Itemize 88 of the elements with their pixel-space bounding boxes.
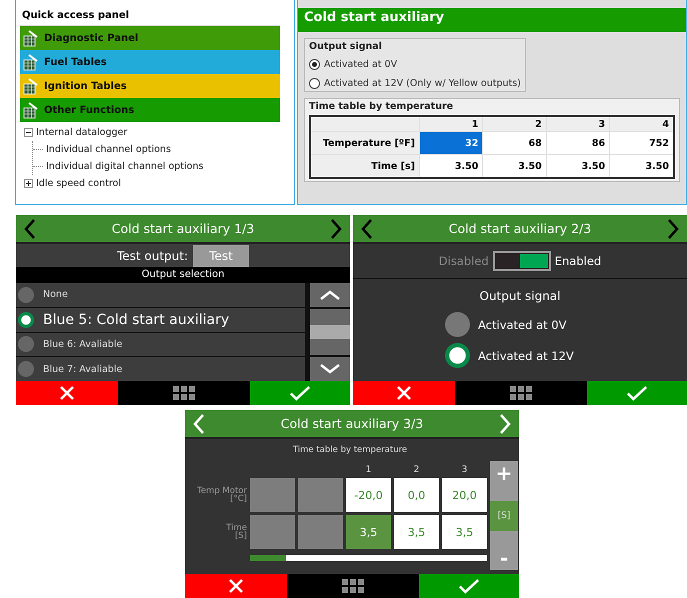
scroll-down-button[interactable] [310, 357, 350, 381]
row-header: Time [S] [225, 524, 247, 540]
tree-item[interactable]: Individual digital channel options [46, 161, 204, 172]
column-header: 2 [482, 116, 546, 132]
tree-item[interactable]: Idle speed control [36, 178, 121, 189]
list-item[interactable]: Blue 5: Cold start auxiliary [16, 308, 305, 332]
expander-icon[interactable] [24, 128, 33, 137]
table-cell[interactable]: 68 [482, 132, 546, 154]
row-header: Time [s] [310, 154, 420, 178]
radio-label: Activated at 0V [324, 59, 398, 70]
radio-button[interactable] [18, 336, 34, 352]
row-header: Temperature [ºF] [310, 132, 420, 154]
chevron-up-icon [319, 290, 341, 300]
cancel-button[interactable] [185, 574, 287, 598]
column-header: 2 [412, 465, 420, 475]
window-title: Cold start auxiliary [298, 8, 686, 32]
cancel-button[interactable] [353, 381, 455, 405]
confirm-button[interactable] [587, 381, 687, 405]
empty-cell [298, 515, 343, 549]
confirm-button[interactable] [250, 381, 350, 405]
radio-button[interactable] [18, 312, 34, 328]
table-icon [23, 77, 39, 95]
test-label: Test output: [116, 248, 188, 262]
table-cell[interactable]: 20,0 [442, 478, 487, 512]
screen-title: Cold start auxiliary 1/3 [112, 221, 254, 236]
tree-item[interactable]: Internal datalogger [36, 127, 128, 138]
group-title: Time table by temperature [309, 101, 454, 112]
grid-icon [510, 386, 532, 400]
radio-button[interactable] [445, 312, 470, 337]
table-cell[interactable]: 3,5 [442, 515, 487, 549]
table-cell[interactable]: 86 [546, 132, 610, 154]
column-header: 3 [460, 465, 468, 475]
close-icon [397, 386, 411, 400]
scrollbar-thumb[interactable] [250, 555, 286, 561]
row-header: Temp Motor [°C] [196, 486, 247, 504]
table-cell[interactable]: 0,0 [394, 478, 439, 512]
grid-icon [342, 579, 364, 593]
radio-label: Activated at 0V [478, 318, 566, 332]
radio-button[interactable] [18, 286, 34, 303]
radio-button[interactable] [18, 361, 34, 378]
section-title: Output signal [480, 289, 560, 303]
enabled-label: Enabled [554, 254, 602, 268]
tree-item[interactable]: Individual channel options [46, 144, 171, 155]
radio-button[interactable] [445, 343, 470, 368]
empty-cell [250, 478, 295, 512]
disabled-label: Disabled [438, 254, 489, 268]
close-icon [229, 579, 243, 593]
scroll-up-button[interactable] [310, 283, 350, 307]
table-cell[interactable]: 3,5 [394, 515, 439, 549]
expander-icon[interactable] [24, 179, 33, 188]
shortcut-item[interactable]: Ignition Tables [20, 74, 280, 98]
chevron-down-icon [319, 364, 341, 374]
list-item[interactable]: None [16, 283, 305, 307]
table-cell[interactable]: -20,0 [346, 478, 391, 512]
shortcut-item[interactable]: Fuel Tables [20, 50, 280, 74]
column-header: 4 [610, 116, 674, 132]
group-title: Output signal [309, 41, 383, 52]
scrollbar-thumb[interactable] [310, 325, 350, 339]
checkmark-icon [289, 386, 311, 400]
table-title: Time table by temperature [292, 445, 408, 455]
empty-cell [298, 478, 343, 512]
radio-button[interactable] [309, 59, 320, 70]
radio-label: Activated at 12V [478, 348, 574, 362]
table-cell[interactable]: 32 [420, 132, 483, 154]
column-header: 3 [546, 116, 610, 132]
screen-title: Cold start auxiliary 2/3 [448, 221, 592, 236]
confirm-button[interactable] [419, 574, 519, 598]
shortcut-item[interactable]: Other Functions [20, 98, 280, 122]
close-icon [60, 386, 74, 400]
table-icon [23, 29, 39, 47]
table-cell[interactable]: 3,5 [346, 515, 391, 549]
list-item[interactable]: Blue 6: Avaliable [16, 332, 305, 356]
grid-icon [173, 386, 195, 400]
column-header: 1 [420, 116, 483, 132]
table-icon [23, 101, 39, 119]
list-item[interactable]: Blue 7: Avaliable [16, 357, 305, 381]
list-title: Output selection [16, 267, 350, 283]
screen-title: Cold start auxiliary 3/3 [280, 416, 424, 431]
empty-cell [250, 515, 295, 549]
shortcut-item[interactable]: Diagnostic Panel [20, 26, 280, 50]
column-header: 1 [364, 465, 372, 475]
checkmark-icon [458, 578, 480, 594]
toggle-switch[interactable] [492, 251, 551, 271]
radio-label: Activated at 12V (Only w/ Yellow outputs) [324, 78, 521, 89]
radio-button[interactable] [309, 78, 320, 89]
checkmark-icon [626, 386, 648, 400]
cancel-button[interactable] [16, 381, 118, 405]
table-icon [23, 53, 39, 71]
